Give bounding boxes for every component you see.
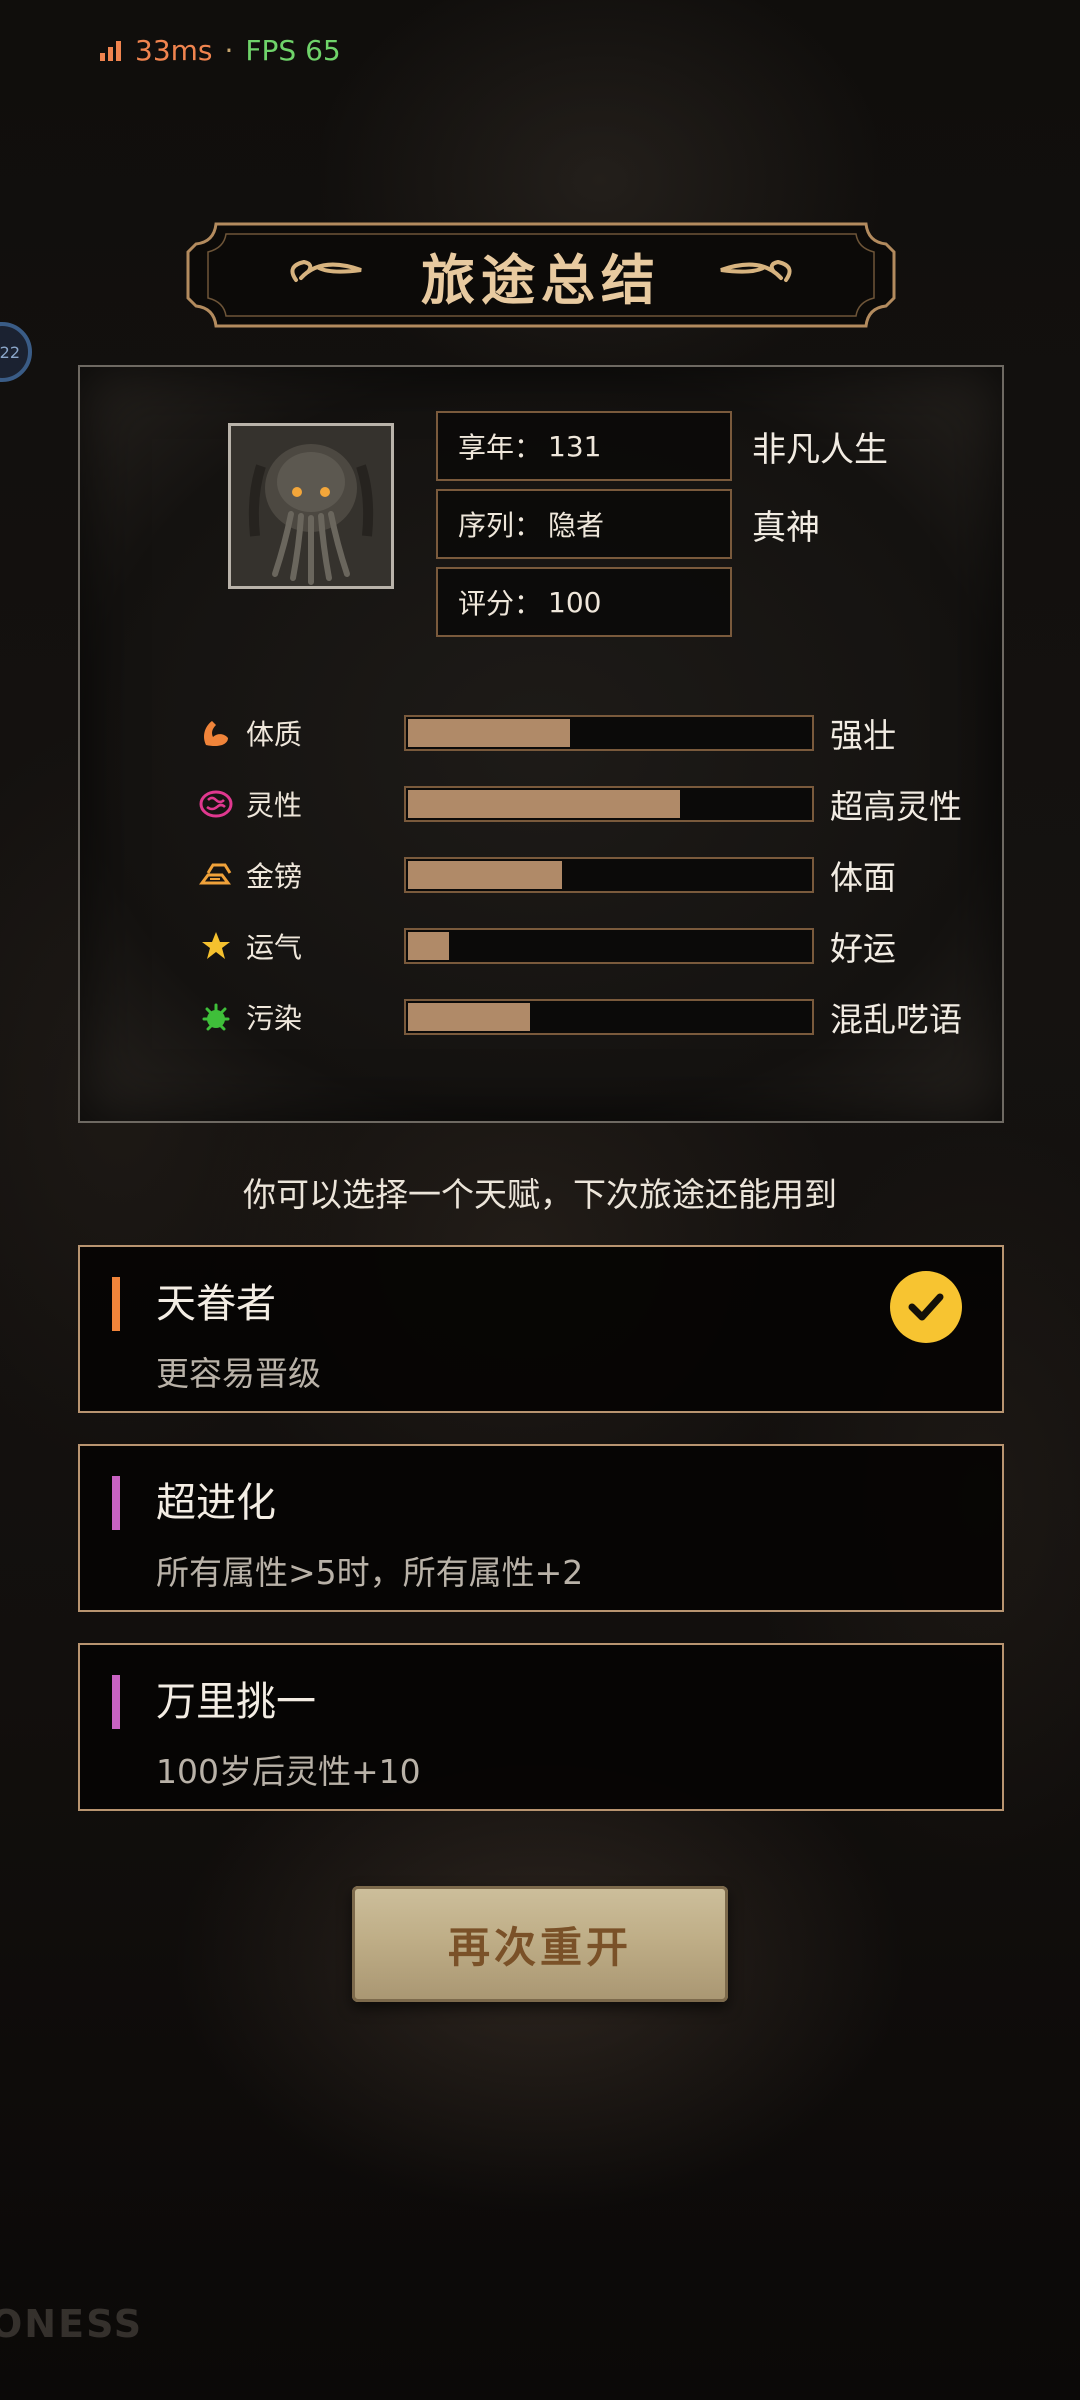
stat-word-spirituality: 超高灵性: [830, 787, 962, 826]
age-colon: ：: [514, 431, 543, 464]
talent-hint: 你可以选择一个天赋，下次旅途还能用到: [243, 1175, 837, 1214]
age-label: 享年: [458, 431, 515, 464]
cthulhu-portrait-icon: [231, 426, 391, 586]
age-value: 131: [548, 429, 602, 463]
talent-accent: [112, 1476, 120, 1530]
stat-name-luck: 运气: [246, 931, 303, 964]
stat-name-constitution: 体质: [246, 718, 303, 751]
stat-fill-pollution: [408, 1003, 530, 1031]
stat-fill-constitution: [408, 719, 571, 747]
talent-card-one-in-ten-thousand[interactable]: 万里挑一 100岁后灵性+10: [78, 1643, 1004, 1811]
stat-fill-luck: [408, 932, 449, 960]
stat-bar-pollution: [404, 999, 814, 1035]
score-box: 评分： 100: [436, 567, 732, 637]
restart-button[interactable]: 再次重开: [352, 1886, 728, 2002]
check-icon: [890, 1271, 962, 1343]
stat-word-constitution: 强壮: [830, 716, 896, 755]
status-separator: ·: [224, 33, 234, 67]
talent-desc: 100岁后灵性+10: [156, 1752, 421, 1791]
sequence-box: 序列：隐者: [436, 489, 732, 559]
stat-word-gold: 体面: [830, 858, 896, 897]
stat-row-pollution: 污染 混乱呓语: [198, 995, 978, 1039]
talent-desc: 更容易晋级: [156, 1354, 321, 1393]
character-portrait: [228, 423, 394, 589]
signal-icon: [100, 39, 121, 61]
sequence-label: 序列: [458, 509, 515, 542]
stat-row-luck: 运气 好运: [198, 924, 978, 968]
ping-value: 33ms: [135, 33, 213, 67]
stat-row-constitution: 体质 强壮: [198, 711, 978, 755]
summary-banner: 旅途总结: [186, 222, 896, 328]
score-label: 评分: [458, 587, 515, 620]
score-colon: ：: [514, 587, 543, 620]
stat-name-gold: 金镑: [246, 860, 303, 893]
stat-fill-spirituality: [408, 790, 681, 818]
sequence-colon: ：: [514, 509, 543, 542]
virus-icon: [202, 1003, 230, 1031]
watermark: ONESS: [0, 2302, 144, 2346]
score-value: 100: [548, 585, 602, 619]
talent-card-chosen[interactable]: 天眷者 更容易晋级: [78, 1245, 1004, 1413]
stat-row-spirituality: 灵性 超高灵性: [198, 782, 978, 826]
stat-word-pollution: 混乱呓语: [830, 1000, 962, 1039]
stat-name-pollution: 污染: [246, 1002, 303, 1035]
star-icon: [202, 932, 230, 959]
network-status: 33ms · FPS 65: [100, 30, 341, 70]
summary-panel: 享年： 131 非凡人生 序列：隐者 真神 评分： 100 体质 强壮 灵性 超高灵…: [78, 365, 1004, 1123]
gold-bars-icon: [199, 863, 232, 885]
stat-bar-constitution: [404, 715, 814, 751]
stat-fill-gold: [408, 861, 563, 889]
talent-name: 万里挑一: [156, 1679, 316, 1725]
life-tag: 非凡人生: [752, 429, 888, 470]
summary-title: 旅途总结: [421, 247, 661, 312]
stat-word-luck: 好运: [830, 929, 896, 968]
age-box: 享年： 131: [436, 411, 732, 481]
muscle-icon: [204, 721, 228, 747]
stat-name-spirituality: 灵性: [246, 789, 303, 822]
talent-accent: [112, 1675, 120, 1729]
stat-bar-luck: [404, 928, 814, 964]
brain-icon: [199, 790, 233, 818]
talent-name: 天眷者: [156, 1281, 276, 1327]
stat-row-gold: 金镑 体面: [198, 853, 978, 897]
fps-value: FPS 65: [245, 33, 341, 67]
stat-bar-gold: [404, 857, 814, 893]
talent-accent: [112, 1277, 120, 1331]
stat-bar-spirituality: [404, 786, 814, 822]
talent-card-evolution[interactable]: 超进化 所有属性>5时，所有属性+2: [78, 1444, 1004, 1612]
floating-bubble-label: 22: [0, 342, 20, 362]
talent-name: 超进化: [156, 1480, 276, 1526]
talent-desc: 所有属性>5时，所有属性+2: [156, 1553, 584, 1592]
rank-tag: 真神: [752, 507, 820, 548]
sequence-value: 隐者: [548, 509, 605, 542]
